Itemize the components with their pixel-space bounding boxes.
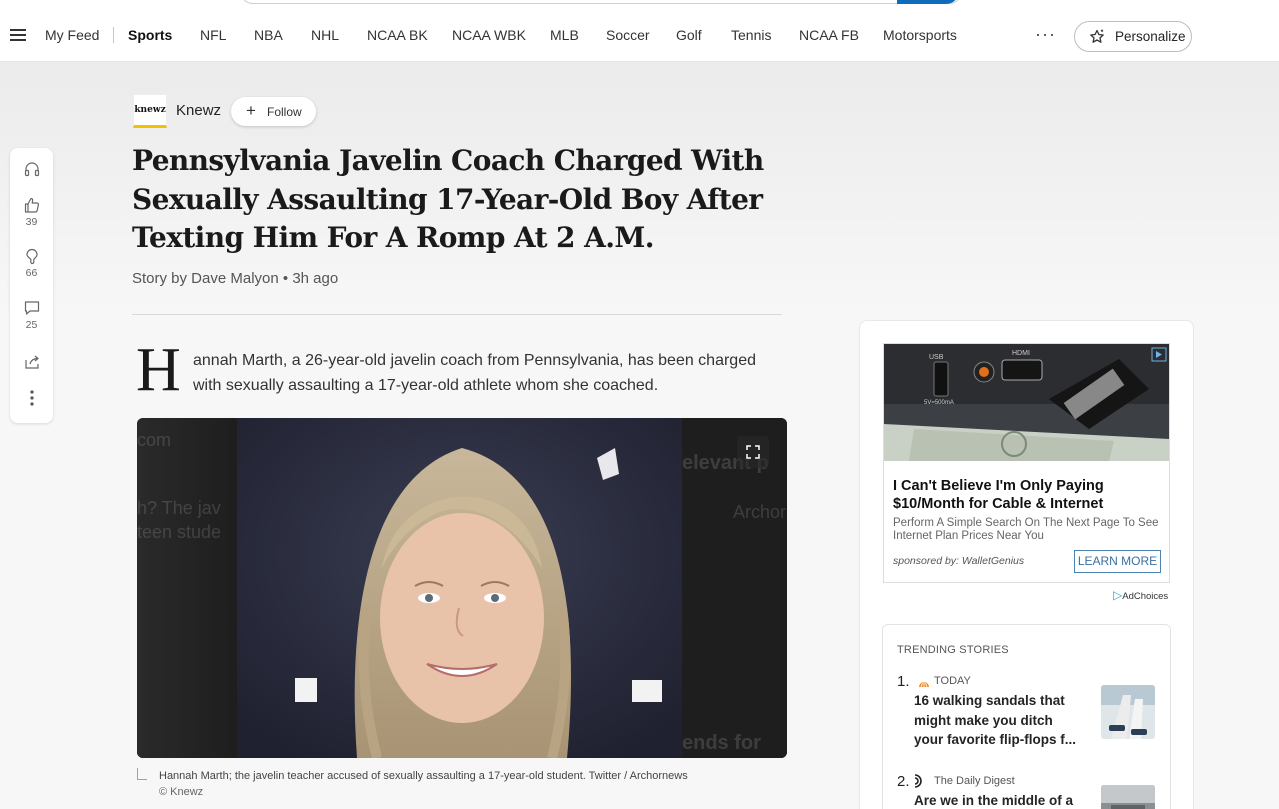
- vertical-dots-icon: [29, 390, 34, 406]
- like-button[interactable]: 39: [10, 196, 53, 228]
- trending-rank: 2.: [897, 773, 910, 790]
- adchoices-icon: ▷: [1113, 588, 1123, 602]
- publisher-name[interactable]: Knewz: [176, 102, 221, 119]
- nav-item-sports[interactable]: Sports: [128, 27, 172, 43]
- svg-text:USB: USB: [929, 354, 944, 361]
- svg-text:HDMI: HDMI: [1012, 350, 1030, 357]
- adchoices-link[interactable]: ▷AdChoices: [1113, 588, 1168, 602]
- trending-source: TODAY: [934, 675, 971, 687]
- more-options-button[interactable]: [10, 388, 53, 408]
- comment-count: 25: [25, 319, 38, 331]
- nav-item-nhl[interactable]: NHL: [311, 27, 339, 43]
- nav-item-mlb[interactable]: MLB: [550, 27, 579, 43]
- trending-heading: TRENDING STORIES: [897, 644, 1009, 656]
- nav-item-soccer[interactable]: Soccer: [606, 27, 650, 43]
- engagement-sidebar: 39 66 25: [10, 148, 53, 423]
- dislike-button[interactable]: 66: [10, 247, 53, 279]
- advertisement[interactable]: USB HDMI 5V=500mA I Can't Believe I'm On…: [883, 343, 1170, 583]
- trending-title[interactable]: 16 walking sandals that might make you d…: [914, 691, 1084, 750]
- portrait-photo: [237, 418, 682, 758]
- nav-item-nba[interactable]: NBA: [254, 27, 283, 43]
- trending-stories-panel: TRENDING STORIES 1. TODAY 16 walking san…: [882, 624, 1171, 809]
- follow-button[interactable]: + Follow: [231, 97, 316, 126]
- dislike-count: 66: [25, 267, 38, 279]
- nav-item-ncaa-wbk[interactable]: NCAA WBK: [452, 27, 526, 43]
- nav-item-ncaa-bk[interactable]: NCAA BK: [367, 27, 428, 43]
- expand-icon[interactable]: [737, 436, 769, 468]
- ad-sponsor: sponsored by: WalletGenius: [893, 555, 1025, 567]
- trending-thumbnail[interactable]: [1101, 785, 1155, 809]
- article-byline: Story by Dave Malyon • 3h ago: [132, 270, 339, 287]
- more-nav-button[interactable]: ···: [1035, 24, 1056, 45]
- like-count: 39: [25, 216, 38, 228]
- share-button[interactable]: [10, 353, 53, 371]
- top-navigation-bar: My Feed Sports NFL NBA NHL NCAA BK NCAA …: [0, 0, 1279, 62]
- nav-item-nfl[interactable]: NFL: [200, 27, 226, 43]
- nav-item-tennis[interactable]: Tennis: [731, 27, 771, 43]
- trending-rank: 1.: [897, 673, 910, 690]
- adchoices-label: AdChoices: [1122, 591, 1169, 602]
- search-button[interactable]: [897, 0, 959, 4]
- thumbs-down-icon: [25, 248, 38, 265]
- drop-cap: H: [136, 336, 181, 404]
- article-image[interactable]: com h? The jav teen stude elevant p Arch…: [137, 418, 787, 758]
- image-credit: © Knewz: [159, 786, 204, 798]
- trending-title[interactable]: Are we in the middle of a: [914, 791, 1084, 809]
- caption-marker: [137, 768, 147, 780]
- article-headline: Pennsylvania Javelin Coach Charged With …: [132, 144, 764, 254]
- nav-item-motorsports[interactable]: Motorsports: [883, 27, 957, 43]
- svg-text:5V=500mA: 5V=500mA: [924, 400, 954, 406]
- personalize-button[interactable]: Personalize: [1074, 21, 1192, 52]
- nav-item-my-feed[interactable]: My Feed: [45, 27, 99, 43]
- thumbs-up-icon: [24, 197, 39, 213]
- article-lead-paragraph: annah Marth, a 26-year-old javelin coach…: [193, 352, 756, 394]
- nav-item-golf[interactable]: Golf: [676, 27, 702, 43]
- comment-icon: [24, 301, 39, 315]
- image-caption: Hannah Marth; the javelin teacher accuse…: [159, 770, 688, 782]
- ad-title[interactable]: I Can't Believe I'm Only Paying $10/Mont…: [893, 477, 1163, 513]
- trending-source: The Daily Digest: [934, 775, 1015, 787]
- sparkle-star-icon: [1088, 28, 1106, 49]
- share-icon: [24, 355, 39, 369]
- menu-icon[interactable]: [10, 29, 26, 41]
- headphones-icon: [24, 162, 39, 177]
- nav-item-ncaa-fb[interactable]: NCAA FB: [799, 27, 859, 43]
- comments-button[interactable]: 25: [10, 299, 53, 331]
- nav-divider: [113, 27, 114, 43]
- article-divider: [132, 314, 782, 315]
- publisher-logo[interactable]: knewz: [133, 94, 167, 128]
- search-bar[interactable]: [240, 0, 962, 4]
- image-background-left: [137, 418, 237, 758]
- follow-label: Follow: [267, 105, 302, 119]
- ad-description: Perform A Simple Search On The Next Page…: [893, 517, 1159, 542]
- ad-learn-more-button[interactable]: LEARN MORE: [1074, 550, 1161, 573]
- personalize-label: Personalize: [1115, 29, 1186, 44]
- plus-icon: +: [246, 101, 256, 120]
- trending-thumbnail[interactable]: [1101, 685, 1155, 739]
- ad-image: USB HDMI 5V=500mA: [884, 344, 1169, 461]
- listen-button[interactable]: [10, 160, 53, 178]
